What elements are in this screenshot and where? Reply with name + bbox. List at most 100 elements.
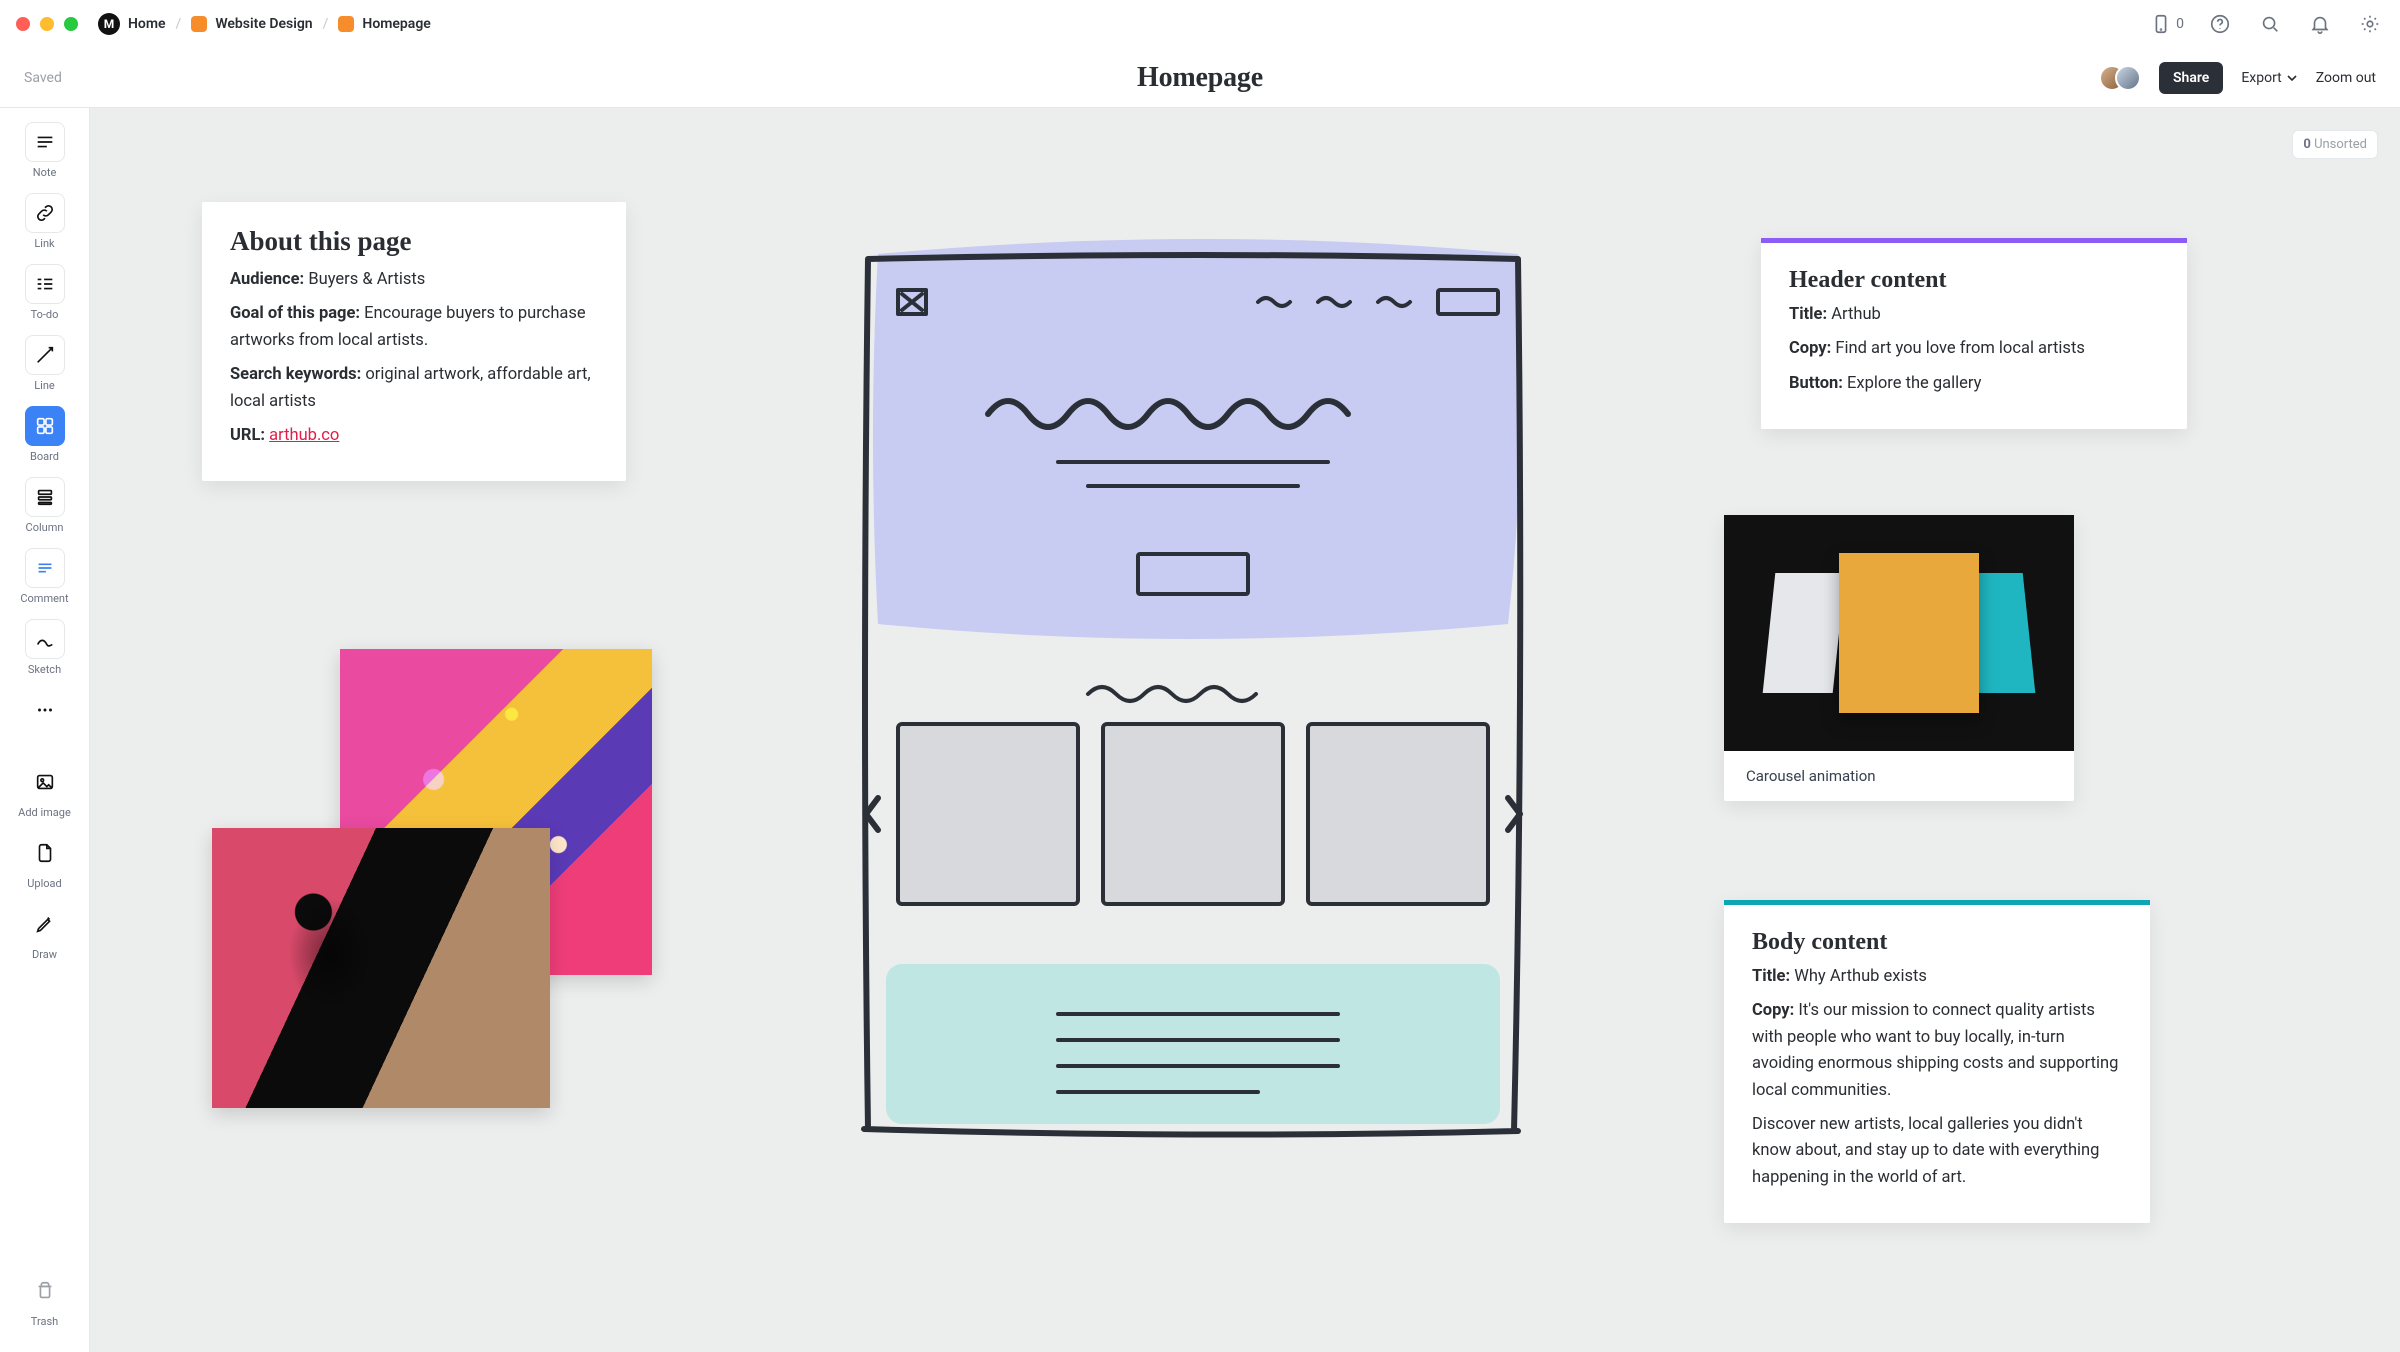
header-card-title: Header content — [1789, 267, 2159, 294]
tool-label: Board — [30, 450, 59, 463]
header-title-label: Title: — [1789, 305, 1827, 324]
body-card-title: Body content — [1752, 929, 2122, 956]
tool-comment[interactable]: Comment — [13, 548, 77, 605]
tool-label: Note — [33, 166, 57, 179]
header-copy-value: Find art you love from local artists — [1835, 339, 2085, 358]
body-title-value: Why Arthub exists — [1794, 967, 1927, 986]
tool-trash[interactable]: Trash — [13, 1271, 77, 1328]
tool-label: To-do — [31, 308, 59, 321]
save-status: Saved — [24, 70, 62, 86]
window-titlebar: M Home / Website Design / Homepage 0 — [0, 0, 2400, 48]
collaborator-avatars[interactable] — [2099, 65, 2141, 91]
breadcrumb-home-label: Home — [128, 16, 166, 32]
settings-button[interactable] — [2356, 10, 2384, 38]
tool-upload[interactable]: Upload — [13, 833, 77, 890]
bell-icon — [2309, 13, 2331, 35]
help-icon — [2209, 13, 2231, 35]
more-icon — [25, 690, 65, 730]
upload-icon — [25, 833, 65, 873]
gear-icon — [2359, 13, 2381, 35]
breadcrumb-page[interactable]: Homepage — [338, 16, 430, 32]
todo-icon — [25, 264, 65, 304]
image-reference-street-artist[interactable] — [212, 828, 550, 1108]
tool-line[interactable]: Line — [13, 335, 77, 392]
header-title-value: Arthub — [1831, 305, 1881, 324]
card-body-content[interactable]: Body content Title: Why Arthub exists Co… — [1724, 900, 2150, 1223]
breadcrumb-separator: / — [176, 16, 182, 32]
unsorted-count: 0 — [2303, 137, 2310, 152]
tool-label: Line — [34, 379, 55, 392]
about-audience-label: Audience: — [230, 270, 304, 289]
close-window-icon[interactable] — [16, 17, 30, 31]
board-canvas[interactable]: 0 Unsorted About this page Audience: Buy… — [90, 108, 2400, 1352]
tool-column[interactable]: Column — [13, 477, 77, 534]
tool-rail: Note Link To-do Line Board Column Commen… — [0, 108, 90, 1352]
carousel-slide-left — [1763, 573, 1846, 693]
export-menu[interactable]: Export — [2241, 70, 2297, 86]
about-keywords-label: Search keywords: — [230, 365, 361, 384]
tool-label: Trash — [31, 1315, 58, 1328]
window-controls — [16, 17, 78, 31]
minimize-window-icon[interactable] — [40, 17, 54, 31]
page-title[interactable]: Homepage — [1137, 62, 1263, 94]
search-button[interactable] — [2256, 10, 2284, 38]
tool-draw[interactable]: Draw — [13, 904, 77, 961]
zoom-out-button[interactable]: Zoom out — [2316, 70, 2376, 86]
image-icon — [25, 762, 65, 802]
tool-sketch[interactable]: Sketch — [13, 619, 77, 676]
carousel-slide-center — [1839, 553, 1979, 713]
breadcrumb-project[interactable]: Website Design — [191, 16, 312, 32]
trash-icon — [25, 1271, 65, 1311]
card-about[interactable]: About this page Audience: Buyers & Artis… — [202, 202, 626, 481]
project-color-icon — [191, 16, 207, 32]
share-button[interactable]: Share — [2159, 62, 2223, 94]
devices-icon — [2150, 13, 2172, 35]
carousel-caption: Carousel animation — [1724, 751, 2074, 801]
search-icon — [2259, 13, 2281, 35]
about-url-label: URL: — [230, 426, 265, 445]
column-icon — [25, 477, 65, 517]
tool-label: Comment — [20, 592, 68, 605]
homepage-wireframe-sketch[interactable] — [838, 224, 1548, 1144]
carousel-preview — [1724, 515, 2074, 751]
tool-note[interactable]: Note — [13, 122, 77, 179]
tool-todo[interactable]: To-do — [13, 264, 77, 321]
header-button-label: Button: — [1789, 374, 1843, 393]
draw-icon — [25, 904, 65, 944]
unsorted-label: Unsorted — [2314, 137, 2367, 152]
line-icon — [25, 335, 65, 375]
breadcrumb-home[interactable]: Home — [128, 16, 166, 32]
breadcrumb-project-label: Website Design — [215, 16, 312, 32]
unsorted-pill[interactable]: 0 Unsorted — [2292, 130, 2378, 159]
tool-link[interactable]: Link — [13, 193, 77, 250]
app-logo-icon[interactable]: M — [98, 13, 120, 35]
tool-label: Sketch — [28, 663, 61, 676]
notifications-button[interactable] — [2306, 10, 2334, 38]
chevron-down-icon — [2286, 72, 2298, 84]
note-icon — [25, 122, 65, 162]
tool-add-image[interactable]: Add image — [13, 762, 77, 819]
sketch-icon — [25, 619, 65, 659]
device-count[interactable]: 0 — [2150, 13, 2184, 35]
card-carousel-animation[interactable]: Carousel animation — [1724, 515, 2074, 801]
board-icon — [25, 406, 65, 446]
header-button-value: Explore the gallery — [1847, 374, 1981, 393]
about-url-link[interactable]: arthub.co — [269, 426, 339, 445]
body-copy-value: It's our mission to connect quality arti… — [1752, 1001, 2118, 1099]
tool-board[interactable]: Board — [13, 406, 77, 463]
avatar — [2115, 65, 2141, 91]
comment-icon — [25, 548, 65, 588]
tool-label: Column — [26, 521, 64, 534]
tool-label: Link — [34, 237, 54, 250]
document-bar: Saved Homepage Share Export Zoom out — [0, 48, 2400, 108]
about-title: About this page — [230, 226, 598, 257]
maximize-window-icon[interactable] — [64, 17, 78, 31]
card-header-content[interactable]: Header content Title: Arthub Copy: Find … — [1761, 238, 2187, 429]
page-color-icon — [338, 16, 354, 32]
breadcrumb-separator: / — [323, 16, 329, 32]
breadcrumb: Home / Website Design / Homepage — [128, 16, 431, 32]
help-button[interactable] — [2206, 10, 2234, 38]
about-goal-label: Goal of this page: — [230, 304, 360, 323]
body-copy-label: Copy: — [1752, 1001, 1794, 1020]
tool-more[interactable] — [13, 690, 77, 730]
